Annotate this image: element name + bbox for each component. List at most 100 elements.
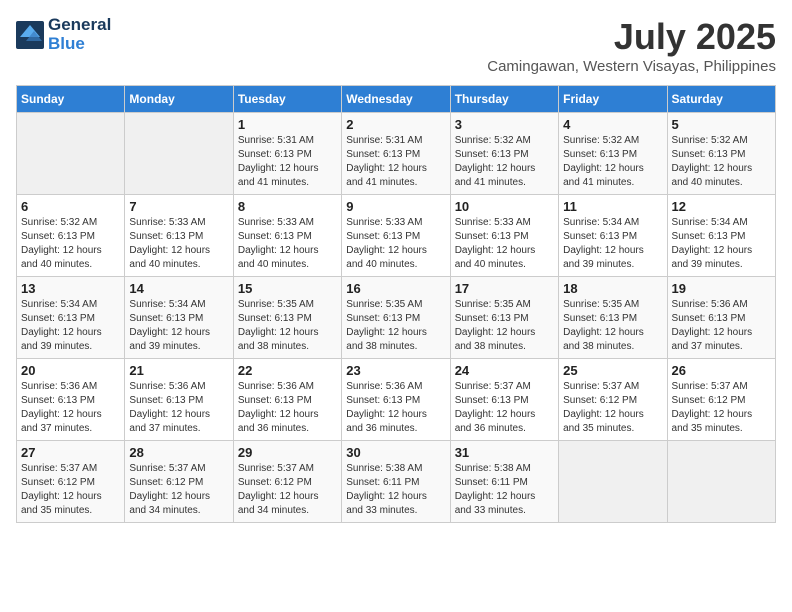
day-detail: Sunrise: 5:32 AM Sunset: 6:13 PM Dayligh… xyxy=(455,134,554,190)
calendar-cell: 29 Sunrise: 5:37 AM Sunset: 6:12 PM Dayli… xyxy=(233,441,341,523)
calendar-cell: 13 Sunrise: 5:34 AM Sunset: 6:13 PM Dayli… xyxy=(17,277,125,359)
day-number: 13 xyxy=(21,281,120,296)
column-header-wednesday: Wednesday xyxy=(342,86,450,113)
calendar-cell: 6 Sunrise: 5:32 AM Sunset: 6:13 PM Daylig… xyxy=(17,195,125,277)
day-number: 8 xyxy=(238,199,337,214)
calendar-cell: 7 Sunrise: 5:33 AM Sunset: 6:13 PM Daylig… xyxy=(125,195,233,277)
calendar-cell: 26 Sunrise: 5:37 AM Sunset: 6:12 PM Dayli… xyxy=(667,359,775,441)
day-detail: Sunrise: 5:38 AM Sunset: 6:11 PM Dayligh… xyxy=(346,462,445,518)
day-detail: Sunrise: 5:35 AM Sunset: 6:13 PM Dayligh… xyxy=(238,298,337,354)
day-detail: Sunrise: 5:36 AM Sunset: 6:13 PM Dayligh… xyxy=(21,380,120,436)
calendar-cell: 25 Sunrise: 5:37 AM Sunset: 6:12 PM Dayli… xyxy=(559,359,667,441)
day-detail: Sunrise: 5:33 AM Sunset: 6:13 PM Dayligh… xyxy=(346,216,445,272)
day-detail: Sunrise: 5:33 AM Sunset: 6:13 PM Dayligh… xyxy=(129,216,228,272)
day-number: 19 xyxy=(672,281,771,296)
column-header-saturday: Saturday xyxy=(667,86,775,113)
day-detail: Sunrise: 5:36 AM Sunset: 6:13 PM Dayligh… xyxy=(672,298,771,354)
day-number: 29 xyxy=(238,445,337,460)
day-number: 2 xyxy=(346,117,445,132)
day-detail: Sunrise: 5:37 AM Sunset: 6:12 PM Dayligh… xyxy=(563,380,662,436)
calendar-cell: 5Sunrise: 5:32 AM Sunset: 6:13 PM Daylig… xyxy=(667,113,775,195)
day-number: 27 xyxy=(21,445,120,460)
calendar-cell: 10 Sunrise: 5:33 AM Sunset: 6:13 PM Dayli… xyxy=(450,195,558,277)
day-number: 15 xyxy=(238,281,337,296)
day-number: 3 xyxy=(455,117,554,132)
day-detail: Sunrise: 5:37 AM Sunset: 6:12 PM Dayligh… xyxy=(21,462,120,518)
day-number: 20 xyxy=(21,363,120,378)
column-header-tuesday: Tuesday xyxy=(233,86,341,113)
day-detail: Sunrise: 5:38 AM Sunset: 6:11 PM Dayligh… xyxy=(455,462,554,518)
day-detail: Sunrise: 5:37 AM Sunset: 6:12 PM Dayligh… xyxy=(129,462,228,518)
day-number: 9 xyxy=(346,199,445,214)
day-number: 26 xyxy=(672,363,771,378)
day-detail: Sunrise: 5:35 AM Sunset: 6:13 PM Dayligh… xyxy=(455,298,554,354)
calendar-cell: 17Sunrise: 5:35 AM Sunset: 6:13 PM Dayli… xyxy=(450,277,558,359)
day-number: 24 xyxy=(455,363,554,378)
day-detail: Sunrise: 5:37 AM Sunset: 6:12 PM Dayligh… xyxy=(672,380,771,436)
calendar-cell: 11 Sunrise: 5:34 AM Sunset: 6:13 PM Dayli… xyxy=(559,195,667,277)
day-detail: Sunrise: 5:36 AM Sunset: 6:13 PM Dayligh… xyxy=(129,380,228,436)
location-subtitle: Camingawan, Western Visayas, Philippines xyxy=(487,58,776,75)
day-number: 18 xyxy=(563,281,662,296)
calendar-cell: 22Sunrise: 5:36 AM Sunset: 6:13 PM Dayli… xyxy=(233,359,341,441)
calendar-cell: 19 Sunrise: 5:36 AM Sunset: 6:13 PM Dayli… xyxy=(667,277,775,359)
day-number: 12 xyxy=(672,199,771,214)
column-header-monday: Monday xyxy=(125,86,233,113)
day-detail: Sunrise: 5:31 AM Sunset: 6:13 PM Dayligh… xyxy=(238,134,337,190)
day-detail: Sunrise: 5:35 AM Sunset: 6:13 PM Dayligh… xyxy=(563,298,662,354)
day-detail: Sunrise: 5:31 AM Sunset: 6:13 PM Dayligh… xyxy=(346,134,445,190)
logo-text: General xyxy=(48,16,111,35)
day-number: 4 xyxy=(563,117,662,132)
calendar-cell: 2 Sunrise: 5:31 AM Sunset: 6:13 PM Daylig… xyxy=(342,113,450,195)
day-detail: Sunrise: 5:37 AM Sunset: 6:13 PM Dayligh… xyxy=(455,380,554,436)
day-detail: Sunrise: 5:32 AM Sunset: 6:13 PM Dayligh… xyxy=(563,134,662,190)
column-header-thursday: Thursday xyxy=(450,86,558,113)
calendar-table: SundayMondayTuesdayWednesdayThursdayFrid… xyxy=(16,85,776,523)
calendar-cell: 15 Sunrise: 5:35 AM Sunset: 6:13 PM Dayli… xyxy=(233,277,341,359)
day-detail: Sunrise: 5:37 AM Sunset: 6:12 PM Dayligh… xyxy=(238,462,337,518)
calendar-cell: 21 Sunrise: 5:36 AM Sunset: 6:13 PM Dayli… xyxy=(125,359,233,441)
calendar-cell: 27 Sunrise: 5:37 AM Sunset: 6:12 PM Dayli… xyxy=(17,441,125,523)
calendar-cell xyxy=(17,113,125,195)
day-number: 7 xyxy=(129,199,228,214)
day-number: 6 xyxy=(21,199,120,214)
calendar-cell: 31 Sunrise: 5:38 AM Sunset: 6:11 PM Dayli… xyxy=(450,441,558,523)
month-year-title: July 2025 xyxy=(487,16,776,58)
calendar-cell: 16 Sunrise: 5:35 AM Sunset: 6:13 PM Dayli… xyxy=(342,277,450,359)
day-number: 30 xyxy=(346,445,445,460)
calendar-cell xyxy=(559,441,667,523)
day-detail: Sunrise: 5:33 AM Sunset: 6:13 PM Dayligh… xyxy=(238,216,337,272)
day-number: 10 xyxy=(455,199,554,214)
calendar-cell: 18 Sunrise: 5:35 AM Sunset: 6:13 PM Dayli… xyxy=(559,277,667,359)
day-number: 1 xyxy=(238,117,337,132)
column-header-friday: Friday xyxy=(559,86,667,113)
calendar-cell: 23Sunrise: 5:36 AM Sunset: 6:13 PM Dayli… xyxy=(342,359,450,441)
day-detail: Sunrise: 5:36 AM Sunset: 6:13 PM Dayligh… xyxy=(346,380,445,436)
logo-subtext: Blue xyxy=(48,35,111,54)
day-number: 21 xyxy=(129,363,228,378)
day-number: 11 xyxy=(563,199,662,214)
day-detail: Sunrise: 5:34 AM Sunset: 6:13 PM Dayligh… xyxy=(563,216,662,272)
calendar-cell: 4 Sunrise: 5:32 AM Sunset: 6:13 PM Daylig… xyxy=(559,113,667,195)
day-detail: Sunrise: 5:32 AM Sunset: 6:13 PM Dayligh… xyxy=(21,216,120,272)
day-detail: Sunrise: 5:33 AM Sunset: 6:13 PM Dayligh… xyxy=(455,216,554,272)
calendar-cell: 9 Sunrise: 5:33 AM Sunset: 6:13 PM Daylig… xyxy=(342,195,450,277)
day-detail: Sunrise: 5:35 AM Sunset: 6:13 PM Dayligh… xyxy=(346,298,445,354)
calendar-cell: 14 Sunrise: 5:34 AM Sunset: 6:13 PM Dayli… xyxy=(125,277,233,359)
day-number: 31 xyxy=(455,445,554,460)
calendar-cell xyxy=(125,113,233,195)
day-number: 25 xyxy=(563,363,662,378)
day-number: 22 xyxy=(238,363,337,378)
day-number: 16 xyxy=(346,281,445,296)
day-number: 14 xyxy=(129,281,228,296)
calendar-cell: 28Sunrise: 5:37 AM Sunset: 6:12 PM Dayli… xyxy=(125,441,233,523)
calendar-cell xyxy=(667,441,775,523)
day-detail: Sunrise: 5:32 AM Sunset: 6:13 PM Dayligh… xyxy=(672,134,771,190)
calendar-cell: 3 Sunrise: 5:32 AM Sunset: 6:13 PM Daylig… xyxy=(450,113,558,195)
day-detail: Sunrise: 5:34 AM Sunset: 6:13 PM Dayligh… xyxy=(672,216,771,272)
day-detail: Sunrise: 5:34 AM Sunset: 6:13 PM Dayligh… xyxy=(21,298,120,354)
calendar-cell: 1 Sunrise: 5:31 AM Sunset: 6:13 PM Daylig… xyxy=(233,113,341,195)
calendar-cell: 8 Sunrise: 5:33 AM Sunset: 6:13 PM Daylig… xyxy=(233,195,341,277)
calendar-cell: 20 Sunrise: 5:36 AM Sunset: 6:13 PM Dayli… xyxy=(17,359,125,441)
day-detail: Sunrise: 5:34 AM Sunset: 6:13 PM Dayligh… xyxy=(129,298,228,354)
